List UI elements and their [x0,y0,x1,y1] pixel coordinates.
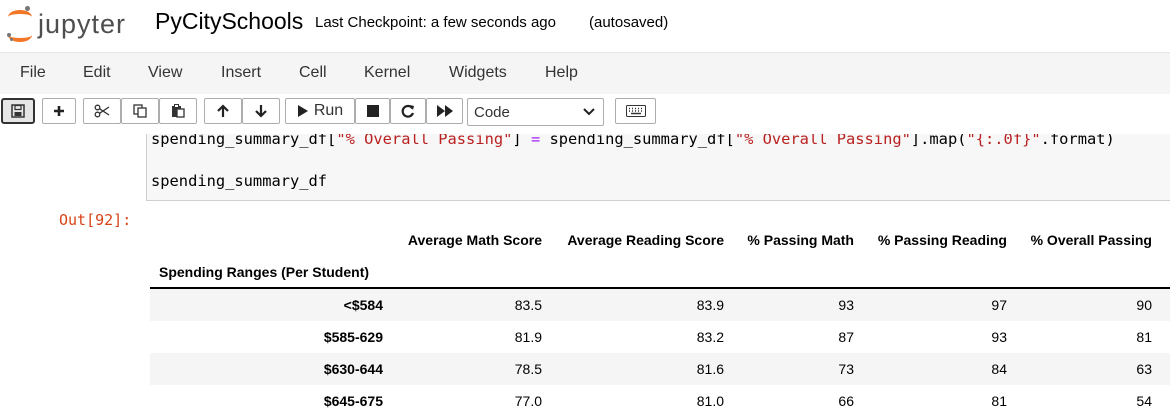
table-row: $585-629 81.9 83.2 87 93 81 [150,321,1170,353]
copy-icon [133,104,147,118]
move-down-button[interactable] [242,98,280,124]
logo-text: jupyter [38,8,127,39]
fast-forward-icon [436,105,453,117]
run-button[interactable]: Run [285,98,355,124]
cell-average-reading-score: 81.0 [696,393,724,409]
table-row: $645-675 77.0 81.0 66 81 54 [150,385,1170,417]
autosave-status: (autosaved) [589,14,669,31]
cell-overall-passing: 90 [1136,297,1152,313]
cell-type-value: Code [474,104,510,121]
cell-average-reading-score: 83.2 [696,329,724,345]
cell-passing-reading: 97 [991,297,1007,313]
menu-view[interactable]: View [148,64,182,82]
row-index: $645-675 [323,393,383,409]
cut-button[interactable] [83,98,121,124]
cell-average-reading-score: 83.9 [696,297,724,313]
command-palette-button[interactable] [615,98,656,124]
cell-average-math-score: 78.5 [514,361,542,377]
cell-overall-passing: 54 [1136,393,1152,409]
column-header-overall-passing: % Overall Passing [1030,232,1152,248]
notebook-title[interactable]: PyCitySchools [155,8,303,35]
code-line-2[interactable]: spending_summary_df [151,172,327,190]
plus-icon [54,106,64,116]
cell-type-select[interactable]: Code [467,98,604,126]
table-row: <$584 83.5 83.9 93 97 90 [150,289,1170,321]
interrupt-kernel-button[interactable] [355,98,390,124]
cell-overall-passing: 81 [1136,329,1152,345]
index-name-header: Spending Ranges (Per Student) [159,264,370,280]
notebook-header: jupyter PyCitySchools Last Checkpoint: a… [0,0,1170,50]
floppy-disk-icon [11,104,25,118]
menubar: File Edit View Insert Cell Kernel Widget… [0,52,1170,95]
cell-passing-math: 73 [838,361,854,377]
arrow-up-icon [217,104,229,117]
menu-kernel[interactable]: Kernel [364,64,410,82]
menu-widgets[interactable]: Widgets [449,64,507,82]
cell-passing-math: 93 [838,297,854,313]
cell-average-math-score: 83.5 [514,297,542,313]
column-header-passing-reading: % Passing Reading [877,232,1007,248]
cell-passing-math: 66 [838,393,854,409]
menu-file[interactable]: File [20,64,46,82]
row-index: $585-629 [323,329,383,345]
column-header-average-reading-score: Average Reading Score [567,232,724,248]
cell-passing-reading: 81 [991,393,1007,409]
column-header-average-math-score: Average Math Score [407,232,542,248]
run-label: Run [313,102,344,119]
code-input-area[interactable]: spending_summary_df["% Overall Passing"]… [146,134,1170,201]
paste-icon [172,104,185,118]
save-button[interactable] [1,98,35,124]
scissors-icon [94,104,110,118]
menu-edit[interactable]: Edit [83,64,111,82]
cell-passing-reading: 93 [991,329,1007,345]
row-index: <$584 [343,297,383,313]
row-index: $630-644 [323,361,383,377]
restart-icon [401,104,415,118]
chevron-down-icon [583,108,595,116]
keyboard-icon [625,105,646,117]
copy-button[interactable] [121,98,159,124]
cell-average-math-score: 81.9 [514,329,542,345]
move-up-button[interactable] [204,98,242,124]
code-line-1[interactable]: spending_summary_df["% Overall Passing"]… [151,134,1115,148]
menu-cell[interactable]: Cell [299,64,327,82]
paste-button[interactable] [159,98,197,124]
restart-kernel-button[interactable] [390,98,426,124]
cell-passing-reading: 84 [991,361,1007,377]
output-prompt: Out[92]: [59,211,132,229]
cell-overall-passing: 63 [1136,361,1152,377]
table-row: $630-644 78.5 81.6 73 84 63 [150,353,1170,385]
cell-passing-math: 87 [838,329,854,345]
checkpoint-status: Last Checkpoint: a few seconds ago [315,14,556,31]
cell-average-reading-score: 81.6 [696,361,724,377]
restart-run-all-button[interactable] [426,98,463,124]
column-header-passing-math: % Passing Math [747,232,854,248]
jupyter-logo-icon [6,6,34,42]
menu-insert[interactable]: Insert [221,64,261,82]
add-cell-button[interactable] [42,98,76,124]
jupyter-logo[interactable]: jupyter [6,6,126,42]
menu-help[interactable]: Help [545,64,578,82]
play-icon [297,105,308,117]
toolbar: Run Code [0,94,1170,134]
arrow-down-icon [255,105,267,118]
stop-icon [366,105,379,117]
cell-average-math-score: 77.0 [514,393,542,409]
